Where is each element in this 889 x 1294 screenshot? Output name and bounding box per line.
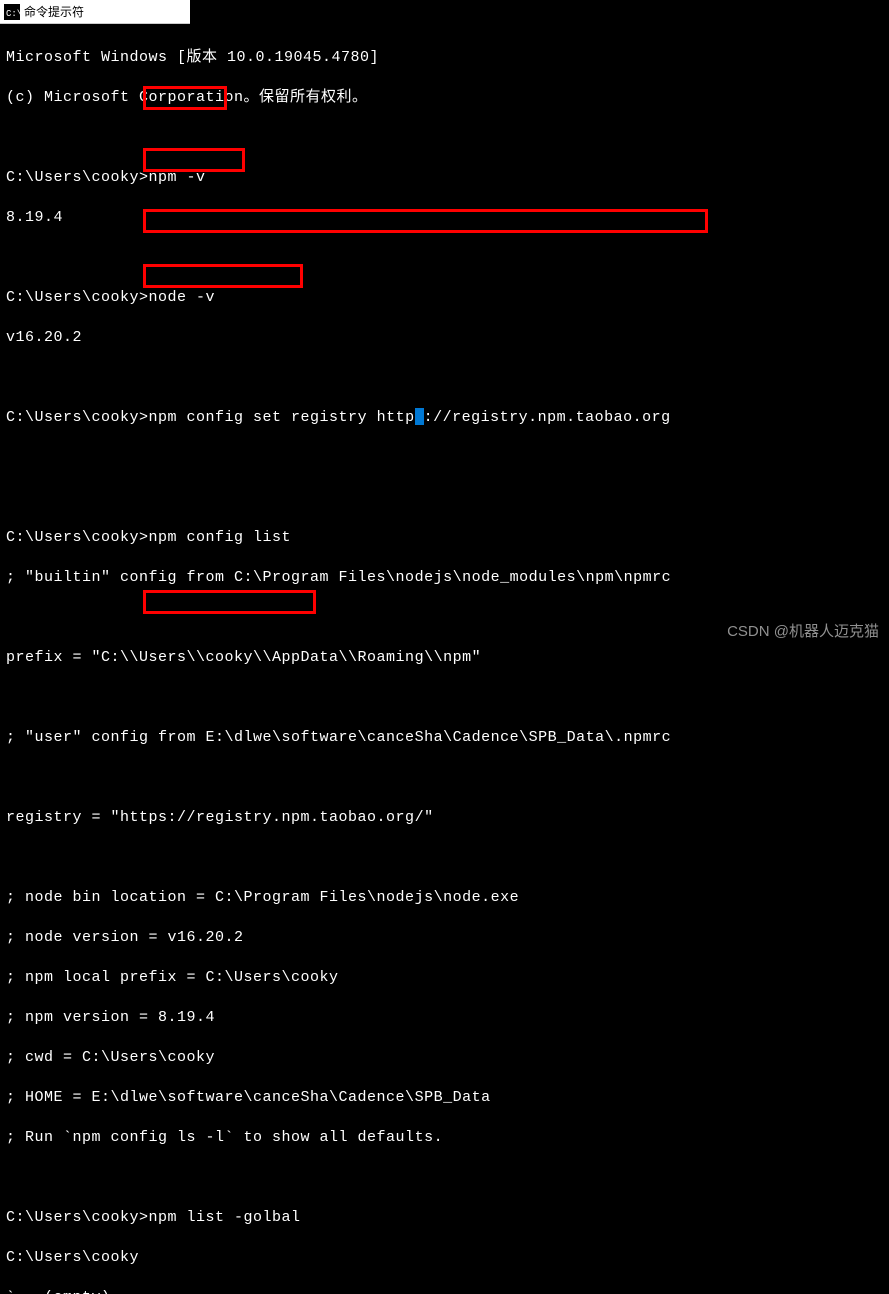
blank-line	[6, 768, 883, 788]
prompt: C:\Users\cooky>	[6, 1209, 149, 1226]
command: npm config set registry http	[149, 409, 415, 426]
command: npm config list	[149, 529, 292, 546]
command: npm list -golbal	[149, 1209, 301, 1226]
blank-line	[6, 848, 883, 868]
output-line: ; npm local prefix = C:\Users\cooky	[6, 968, 883, 988]
prompt: C:\Users\cooky>	[6, 529, 149, 546]
output-line: Microsoft Windows [版本 10.0.19045.4780]	[6, 48, 883, 68]
command: ://registry.npm.taobao.org	[424, 409, 671, 426]
output-line: ; cwd = C:\Users\cooky	[6, 1048, 883, 1068]
cursor-icon	[415, 408, 424, 425]
output-line: registry = "https://registry.npm.taobao.…	[6, 808, 883, 828]
blank-line	[6, 368, 883, 388]
output-line: ; "user" config from E:\dlwe\software\ca…	[6, 728, 883, 748]
command: npm -v	[149, 169, 206, 186]
window-titlebar[interactable]: C:\ 命令提示符	[0, 0, 190, 24]
output-line: v16.20.2	[6, 328, 883, 348]
command: node -v	[149, 289, 216, 306]
svg-text:C:\: C:\	[6, 9, 20, 19]
output-line: `-- (empty)	[6, 1288, 883, 1294]
output-line: ; "builtin" config from C:\Program Files…	[6, 568, 883, 588]
watermark: CSDN @机器人迈克猫	[727, 620, 879, 641]
prompt: C:\Users\cooky>	[6, 169, 149, 186]
blank-line	[6, 1168, 883, 1188]
output-line: ; npm version = 8.19.4	[6, 1008, 883, 1028]
prompt: C:\Users\cooky>	[6, 289, 149, 306]
output-line: ; Run `npm config ls -l` to show all def…	[6, 1128, 883, 1148]
window-title: 命令提示符	[24, 3, 84, 20]
output-line: (c) Microsoft Corporation。保留所有权利。	[6, 88, 883, 108]
blank-line	[6, 448, 883, 468]
blank-line	[6, 128, 883, 148]
terminal-content[interactable]: Microsoft Windows [版本 10.0.19045.4780] (…	[0, 24, 889, 1294]
blank-line	[6, 488, 883, 508]
cmd-icon: C:\	[4, 4, 20, 20]
output-line: ; HOME = E:\dlwe\software\canceSha\Caden…	[6, 1088, 883, 1108]
prompt: C:\Users\cooky>	[6, 409, 149, 426]
output-line: ; node version = v16.20.2	[6, 928, 883, 948]
output-line: ; node bin location = C:\Program Files\n…	[6, 888, 883, 908]
blank-line	[6, 248, 883, 268]
output-line: prefix = "C:\\Users\\cooky\\AppData\\Roa…	[6, 648, 883, 668]
command-line: C:\Users\cooky>npm list -golbal	[6, 1208, 883, 1228]
output-line: C:\Users\cooky	[6, 1248, 883, 1268]
command-line: C:\Users\cooky>npm config list	[6, 528, 883, 548]
command-line: C:\Users\cooky>node -v	[6, 288, 883, 308]
blank-line	[6, 688, 883, 708]
command-line: C:\Users\cooky>npm config set registry h…	[6, 408, 883, 428]
output-line: 8.19.4	[6, 208, 883, 228]
command-line: C:\Users\cooky>npm -v	[6, 168, 883, 188]
